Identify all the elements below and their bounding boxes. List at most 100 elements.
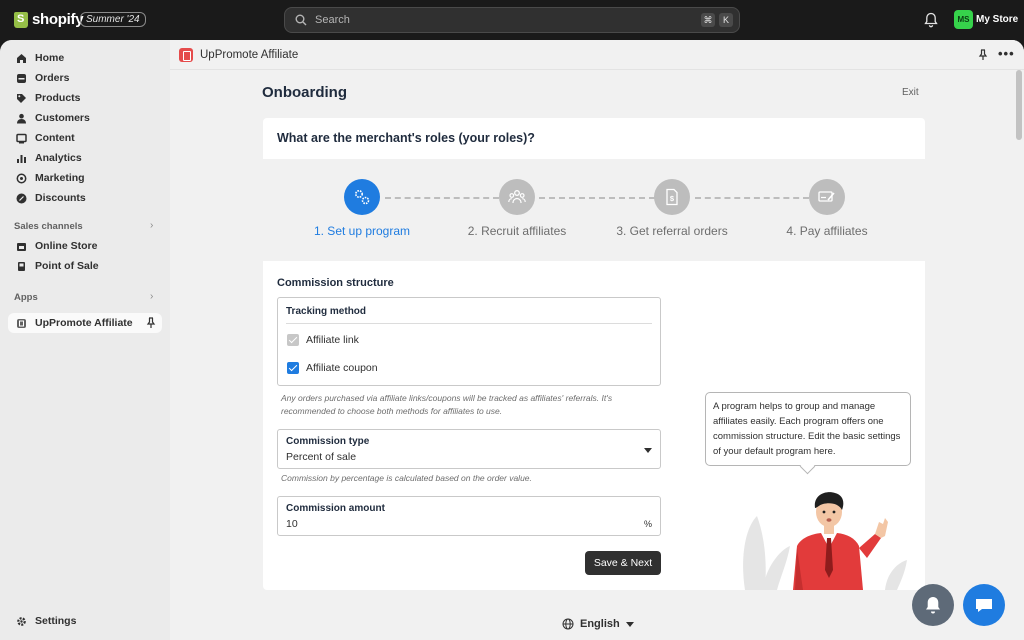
- chevron-right-icon[interactable]: ›: [150, 291, 153, 302]
- main-content: UpPromote Affiliate ••• Onboarding Exit …: [170, 40, 1024, 640]
- brand-name: shopify: [32, 11, 84, 28]
- step-label-get-referral-orders[interactable]: 3. Get referral orders: [592, 224, 752, 238]
- sidebar-item-online-store[interactable]: Online Store: [8, 236, 162, 256]
- sidebar-item-point-of-sale[interactable]: Point of Sale: [8, 256, 162, 276]
- sales-channels-heading[interactable]: Sales channels: [14, 221, 83, 232]
- pin-icon[interactable]: [978, 49, 988, 61]
- scrollbar[interactable]: [1016, 70, 1022, 140]
- sidebar-item-label: Home: [35, 52, 65, 64]
- commission-amount-value[interactable]: 10: [286, 518, 298, 530]
- sidebar-item-label: Customers: [35, 112, 90, 124]
- app-icon: [17, 318, 26, 328]
- globe-icon: [562, 618, 574, 630]
- check-payment-icon: [818, 191, 835, 202]
- app-header: UpPromote Affiliate •••: [170, 40, 1024, 70]
- caret-down-icon: [644, 448, 652, 453]
- step-label-pay-affiliates[interactable]: 4. Pay affiliates: [747, 224, 907, 238]
- content-icon: [16, 133, 27, 143]
- commission-structure-heading: Commission structure: [277, 277, 394, 289]
- command-key-hint: ⌘: [701, 13, 715, 27]
- shopify-logo[interactable]: shopify: [14, 11, 84, 28]
- tracking-help-line: Any orders purchased via affiliate links…: [281, 393, 613, 403]
- sidebar-item-customers[interactable]: Customers: [8, 108, 162, 128]
- step-get-referral-orders[interactable]: $: [654, 179, 690, 215]
- sidebar-item-products[interactable]: Products: [8, 88, 162, 108]
- sidebar-item-label: Discounts: [35, 192, 86, 204]
- uppromote-app-icon: [179, 48, 193, 62]
- pos-icon: [18, 261, 25, 271]
- commission-amount-label: Commission amount: [286, 503, 385, 514]
- sidebar-item-analytics[interactable]: Analytics: [8, 148, 162, 168]
- sidebar: Home Orders Products Customers Content A…: [0, 40, 170, 640]
- sidebar-item-settings[interactable]: Settings: [8, 611, 162, 631]
- store-name[interactable]: My Store: [976, 14, 1018, 25]
- home-icon: [17, 53, 26, 63]
- businessman-illustration: [743, 492, 907, 590]
- bar-chart-icon: [17, 154, 26, 163]
- affiliate-link-label: Affiliate link: [306, 334, 359, 346]
- notifications-fab[interactable]: [912, 584, 954, 626]
- step-setup-program[interactable]: [344, 179, 380, 215]
- admin-frame: Home Orders Products Customers Content A…: [0, 40, 1024, 640]
- discount-icon: [16, 193, 27, 203]
- step-label-setup-program[interactable]: 1. Set up program: [282, 224, 442, 238]
- search-input[interactable]: Search ⌘ K: [284, 7, 740, 33]
- sidebar-item-content[interactable]: Content: [8, 128, 162, 148]
- k-key-hint: K: [719, 13, 733, 27]
- sidebar-item-orders[interactable]: Orders: [8, 68, 162, 88]
- caret-down-icon: [625, 621, 634, 627]
- tracking-method-box: Tracking method Affiliate link Affiliate…: [277, 297, 661, 386]
- chat-bubble-icon: [976, 599, 992, 612]
- affiliate-coupon-label: Affiliate coupon: [306, 362, 378, 374]
- language-selector[interactable]: English: [562, 618, 634, 630]
- step-label-recruit-affiliates[interactable]: 2. Recruit affiliates: [437, 224, 597, 238]
- save-next-button[interactable]: Save & Next: [585, 551, 661, 575]
- sidebar-item-label: Point of Sale: [35, 260, 99, 272]
- onboarding-stepper: $ 1. Set up program 2. Recruit affiliate…: [263, 159, 925, 261]
- commission-type-select[interactable]: Commission type Percent of sale: [277, 429, 661, 469]
- search-icon: [295, 14, 307, 26]
- sidebar-item-label: Settings: [35, 615, 77, 627]
- svg-text:$: $: [670, 194, 675, 203]
- language-label: English: [580, 618, 620, 630]
- affiliate-link-checkbox[interactable]: [287, 334, 299, 346]
- notifications-bell-icon[interactable]: [924, 12, 938, 28]
- step-pay-affiliates[interactable]: [809, 179, 845, 215]
- tracking-help-text: Any orders purchased via affiliate links…: [281, 392, 671, 418]
- exit-link[interactable]: Exit: [902, 87, 919, 98]
- onboarding-card: What are the merchant's roles (your role…: [263, 118, 925, 590]
- store-avatar[interactable]: MS: [954, 10, 973, 29]
- percent-suffix: %: [643, 519, 652, 529]
- search-placeholder: Search: [315, 14, 350, 26]
- sidebar-item-home[interactable]: Home: [8, 48, 162, 68]
- edition-badge[interactable]: Summer '24: [80, 12, 146, 27]
- sidebar-item-discounts[interactable]: Discounts: [8, 188, 162, 208]
- sidebar-item-marketing[interactable]: Marketing: [8, 168, 162, 188]
- shopify-bag-icon: [14, 11, 28, 28]
- store-icon: [17, 242, 26, 251]
- sidebar-item-label: Products: [35, 92, 81, 104]
- step-recruit-affiliates[interactable]: [499, 179, 535, 215]
- tracking-help-line: recommended to choose both methods for a…: [281, 406, 503, 416]
- chat-fab[interactable]: [963, 584, 1005, 626]
- more-actions-icon[interactable]: •••: [998, 46, 1015, 61]
- commission-amount-field[interactable]: Commission amount 10 %: [277, 496, 661, 536]
- affiliate-coupon-checkbox[interactable]: [287, 362, 299, 374]
- orders-icon: [17, 73, 26, 83]
- divider: [286, 323, 652, 324]
- step-connector: [539, 197, 655, 199]
- chevron-right-icon[interactable]: ›: [150, 220, 153, 231]
- commission-type-help: Commission by percentage is calculated b…: [281, 473, 532, 483]
- affiliate-coupon-option[interactable]: Affiliate coupon: [287, 362, 378, 374]
- people-icon: [508, 190, 526, 204]
- commission-type-value: Percent of sale: [286, 451, 357, 463]
- sidebar-item-uppromote-affiliate[interactable]: UpPromote Affiliate: [8, 313, 162, 333]
- step-connector: [385, 197, 499, 199]
- step-connector: [695, 197, 809, 199]
- commission-type-label: Commission type: [286, 436, 370, 447]
- gear-icon: [17, 616, 26, 626]
- apps-heading[interactable]: Apps: [14, 292, 38, 303]
- affiliate-link-option[interactable]: Affiliate link: [287, 334, 359, 346]
- pin-icon[interactable]: [146, 317, 156, 329]
- gears-icon: [354, 189, 370, 205]
